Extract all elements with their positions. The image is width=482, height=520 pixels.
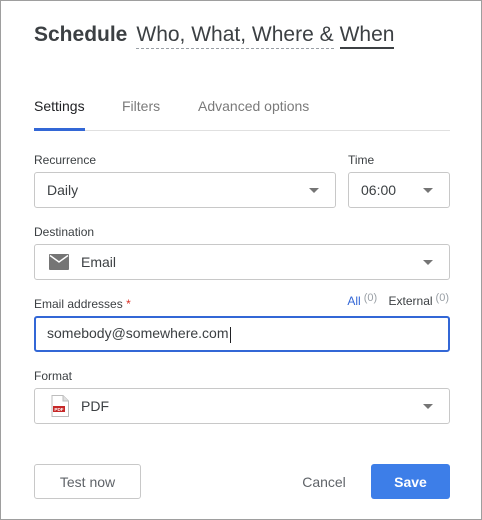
dialog-title-row: Schedule Who, What, Where & When [34, 23, 395, 49]
destination-value: Email [81, 254, 117, 270]
envelope-icon [49, 254, 69, 270]
required-asterisk: * [126, 297, 131, 311]
svg-text:PDF: PDF [54, 407, 63, 412]
time-label: Time [348, 153, 375, 167]
format-select[interactable]: PDF PDF [34, 388, 450, 424]
format-value: PDF [81, 398, 109, 414]
time-value: 06:00 [361, 182, 397, 198]
email-value-text: somebody@somewhere.com [47, 325, 229, 342]
schedule-dialog: Schedule Who, What, Where & When Setting… [0, 0, 482, 520]
cancel-button[interactable]: Cancel [291, 464, 357, 499]
test-now-button[interactable]: Test now [34, 464, 141, 499]
time-select[interactable]: 06:00 [348, 172, 450, 208]
tab-filters[interactable]: Filters [122, 98, 160, 131]
chevron-down-icon [309, 188, 319, 193]
all-recipients-link[interactable]: All [347, 294, 360, 308]
chevron-down-icon [423, 188, 433, 193]
email-addresses-label: Email addresses * [34, 297, 131, 311]
recipient-filters: All (0) External (0) [347, 292, 449, 308]
chevron-down-icon [423, 404, 433, 409]
recurrence-value: Daily [47, 182, 79, 198]
dialog-subtitle: Who, What, Where & When [136, 23, 395, 49]
external-count: (0) [435, 292, 449, 304]
all-count: (0) [363, 292, 378, 304]
pdf-file-icon: PDF [51, 395, 69, 417]
destination-label: Destination [34, 225, 95, 239]
format-label: Format [34, 369, 73, 383]
email-label-text: Email addresses [34, 297, 123, 311]
recurrence-label: Recurrence [34, 153, 97, 167]
destination-select[interactable]: Email [34, 244, 450, 280]
dialog-title: Schedule [34, 23, 128, 46]
save-button[interactable]: Save [371, 464, 450, 499]
subtitle-when: When [339, 23, 395, 49]
external-recipients-link[interactable]: External [389, 294, 433, 308]
email-input-value: somebody@somewhere.com [47, 325, 231, 343]
tab-bar: Settings Filters Advanced options [34, 98, 450, 131]
subtitle-who-what-where: Who, What, Where & [136, 23, 334, 49]
recurrence-select[interactable]: Daily [34, 172, 336, 208]
chevron-down-icon [423, 260, 433, 265]
tab-advanced-options[interactable]: Advanced options [198, 98, 309, 131]
tab-settings[interactable]: Settings [34, 98, 85, 131]
text-cursor [229, 326, 231, 343]
email-addresses-input[interactable]: somebody@somewhere.com [34, 316, 450, 352]
